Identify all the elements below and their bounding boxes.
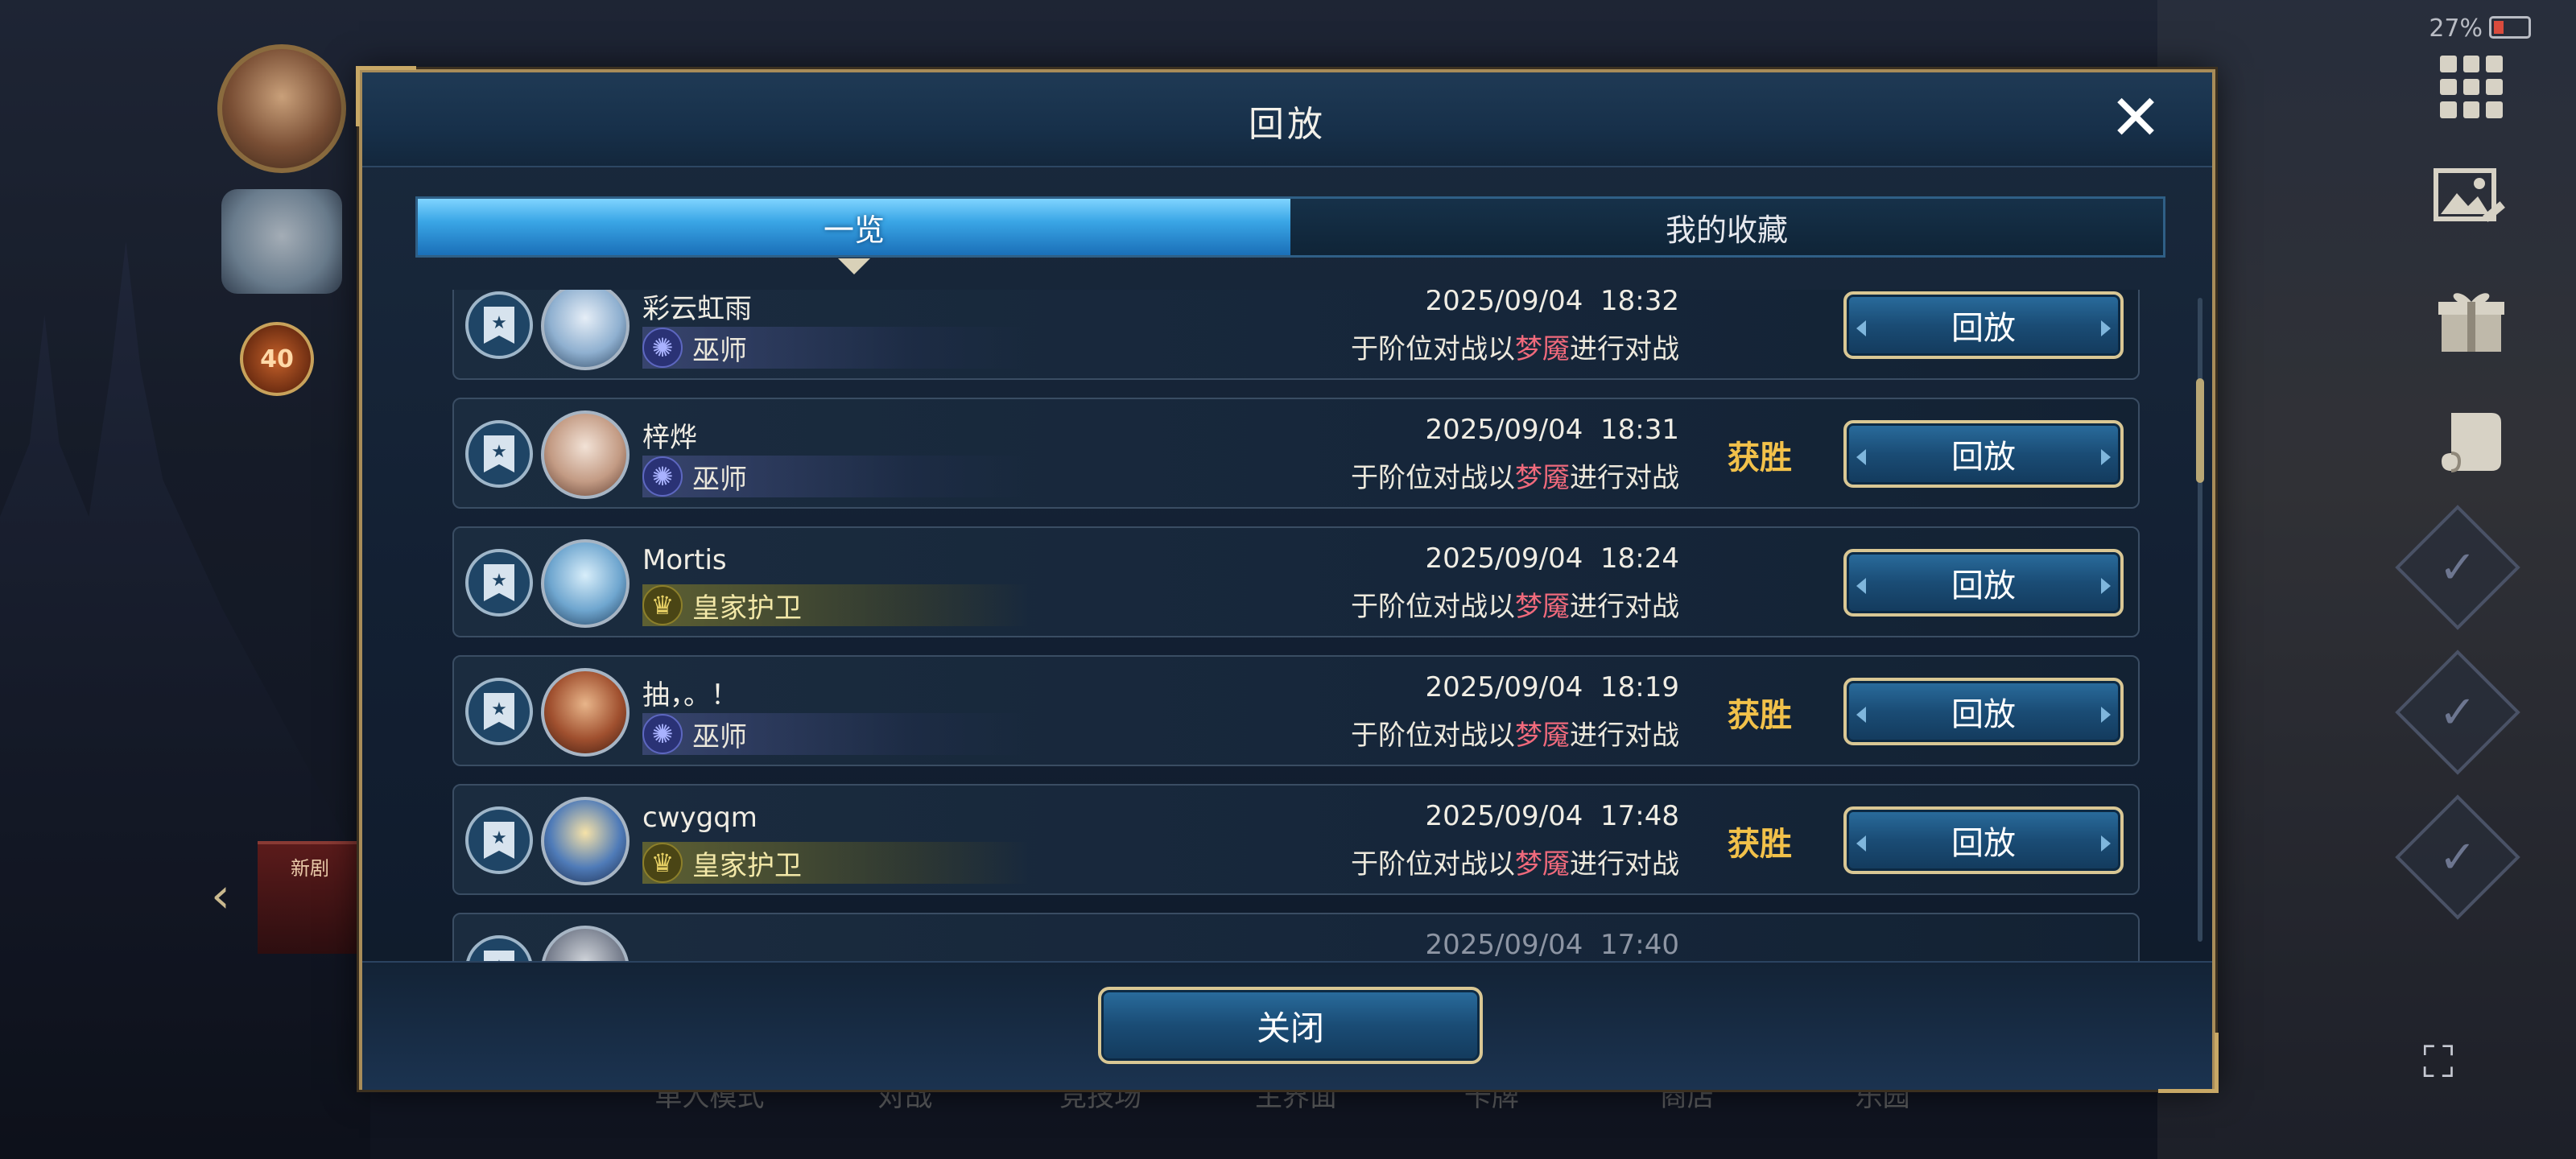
bookmark-star-icon[interactable]: ★ [465, 549, 533, 617]
tab-favorites[interactable]: 我的收藏 [1290, 199, 2163, 255]
scroll-icon[interactable] [2433, 402, 2510, 480]
replay-button[interactable]: 回放 [1843, 420, 2124, 488]
match-description: 于阶位对战以梦魇进行对战 [1351, 333, 1679, 365]
fullscreen-icon[interactable]: ⛶ [2423, 1038, 2471, 1087]
match-datetime: 2025/09/04 18:24 [1425, 542, 1679, 575]
deck-name: 梦魇 [1515, 333, 1570, 365]
replay-button[interactable]: 回放 [1843, 291, 2124, 359]
opponent-avatar [541, 290, 630, 370]
opponent-name: cwygqm [642, 802, 758, 834]
match-datetime: 2025/09/04 18:19 [1425, 671, 1679, 703]
class-name: 巫师 [692, 334, 747, 367]
win-badge: 获胜 [1728, 439, 1792, 476]
match-description: 于阶位对战以梦魇进行对战 [1351, 720, 1679, 752]
deck-name: 梦魇 [1515, 591, 1570, 623]
match-datetime: 2025/09/04 17:48 [1425, 800, 1679, 832]
replay-button[interactable]: 回放 [1843, 678, 2124, 745]
replay-button[interactable]: 回放 [1843, 549, 2124, 617]
match-description: 于阶位对战以梦魇进行对战 [1351, 462, 1679, 494]
win-badge: 获胜 [1728, 697, 1792, 734]
gallery-icon[interactable] [2433, 161, 2510, 238]
bookmark-star-icon[interactable]: ★ [465, 678, 533, 745]
crown-class-icon: ♛ [642, 585, 683, 625]
opponent-avatar [541, 539, 630, 628]
class-name: 巫师 [692, 463, 747, 496]
class-name: 巫师 [692, 720, 747, 753]
companion-portrait [221, 189, 342, 294]
player-avatar[interactable] [217, 44, 346, 173]
battery-level: 27% [2429, 14, 2483, 43]
dialog-header: 回放 ✕ [362, 72, 2212, 167]
tab-bar: 一览 我的收藏 [415, 196, 2165, 274]
class-strip: ♛ 皇家护卫 [642, 842, 1029, 884]
class-name: 皇家护卫 [692, 592, 802, 625]
new-story-banner[interactable]: 新剧 [258, 841, 362, 954]
match-datetime: 2025/09/04 17:40 [1425, 929, 1679, 961]
tab-overview[interactable]: 一览 [418, 199, 1290, 274]
close-icon[interactable]: ✕ [2107, 87, 2164, 150]
match-description: 于阶位对战以梦魇进行对战 [1351, 848, 1679, 881]
match-datetime: 2025/09/04 18:32 [1425, 290, 1679, 317]
opponent-avatar [541, 797, 630, 885]
replay-row: ★ 彩云虹雨 ✺ 巫师 2025/09/04 18:32 于阶位对战以梦魇进行对… [452, 290, 2140, 380]
class-name: 皇家护卫 [692, 849, 802, 882]
opponent-avatar [541, 410, 630, 499]
wizard-class-icon: ✺ [642, 714, 683, 754]
deck-name: 梦魇 [1515, 848, 1570, 881]
menu-grid-icon[interactable] [2433, 48, 2510, 126]
opponent-name: 梓烨 [642, 422, 697, 454]
wizard-class-icon: ✺ [642, 456, 683, 497]
replay-row: ★ 抽，。！ ✺ 巫师 2025/09/04 18:19 于阶位对战以梦魇进行对… [452, 655, 2140, 766]
bookmark-star-icon[interactable]: ★ [465, 806, 533, 874]
list-scrollbar[interactable] [2196, 298, 2204, 942]
class-strip: ✺ 巫师 [642, 327, 1029, 369]
opponent-name: Mortis [642, 544, 727, 576]
deck-name: 梦魇 [1515, 720, 1570, 752]
wizard-class-icon: ✺ [642, 328, 683, 368]
opponent-name: 抽，。！ [642, 679, 738, 711]
deck-name: 梦魇 [1515, 462, 1570, 494]
class-strip: ♛ 皇家护卫 [642, 584, 1029, 626]
level-badge: 40 [240, 322, 314, 396]
replay-row: ★ 梓烨 ✺ 巫师 2025/09/04 18:31 于阶位对战以梦魇进行对战 … [452, 398, 2140, 509]
close-button[interactable]: 关闭 [1098, 987, 1483, 1064]
match-datetime: 2025/09/04 18:31 [1425, 414, 1679, 446]
opponent-avatar [541, 668, 630, 757]
class-strip: ✺ 巫师 [642, 456, 1029, 497]
chevron-left-icon[interactable]: ‹ [211, 868, 246, 924]
class-strip: ✺ 巫师 [642, 713, 1029, 755]
replay-list[interactable]: ★ 彩云虹雨 ✺ 巫师 2025/09/04 18:32 于阶位对战以梦魇进行对… [452, 290, 2140, 1017]
dialog-title: 回放 [1249, 104, 1326, 145]
scrollbar-thumb[interactable] [2196, 378, 2204, 483]
replay-row: ★ Mortis ♛ 皇家护卫 2025/09/04 18:24 于阶位对战以梦… [452, 526, 2140, 637]
replay-row: ★ cwygqm ♛ 皇家护卫 2025/09/04 17:48 于阶位对战以梦… [452, 784, 2140, 895]
crown-class-icon: ♛ [642, 843, 683, 883]
win-badge: 获胜 [1728, 826, 1792, 863]
replay-button[interactable]: 回放 [1843, 806, 2124, 874]
gift-icon[interactable] [2433, 282, 2510, 359]
bookmark-star-icon[interactable]: ★ [465, 420, 533, 488]
match-description: 于阶位对战以梦魇进行对战 [1351, 591, 1679, 623]
battery-icon [2489, 16, 2531, 39]
replay-dialog: 回放 ✕ 一览 我的收藏 ★ 彩云虹雨 ✺ 巫师 2025/09/04 18:3… [356, 66, 2219, 1093]
opponent-name: 彩云虹雨 [642, 293, 752, 325]
bookmark-star-icon[interactable]: ★ [465, 291, 533, 359]
